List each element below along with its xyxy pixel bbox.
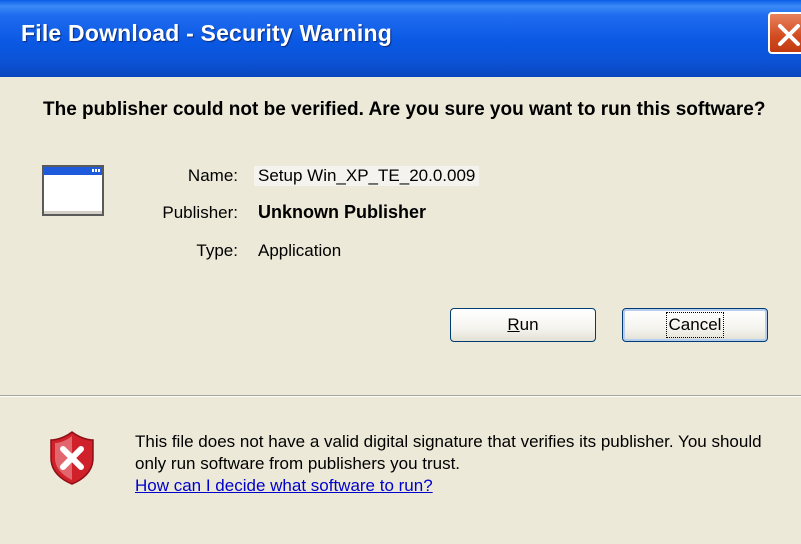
cancel-button-label: Cancel (665, 312, 725, 338)
run-button[interactable]: Run (450, 308, 596, 342)
publisher-label: Publisher: (162, 203, 238, 222)
name-value: Setup Win_XP_TE_20.0.009 (254, 166, 480, 186)
close-icon (778, 24, 800, 46)
warning-heading: The publisher could not be verified. Are… (43, 99, 766, 120)
publisher-value: Unknown Publisher (258, 202, 427, 222)
help-link[interactable]: How can I decide what software to run? (135, 476, 433, 496)
window-title: File Download - Security Warning (21, 20, 393, 46)
type-label: Type: (196, 241, 238, 260)
close-button[interactable] (768, 12, 801, 54)
run-button-label: Run (507, 315, 539, 334)
warning-message: This file does not have a valid digital … (135, 432, 762, 473)
cancel-button[interactable]: Cancel (622, 308, 768, 342)
type-value: Application (258, 241, 342, 260)
security-warning-dialog: File Download - Security Warning The pub… (0, 0, 801, 544)
title-bar[interactable]: File Download - Security Warning (0, 0, 801, 77)
name-label: Name: (187, 166, 238, 185)
security-shield-x-icon (50, 431, 94, 485)
